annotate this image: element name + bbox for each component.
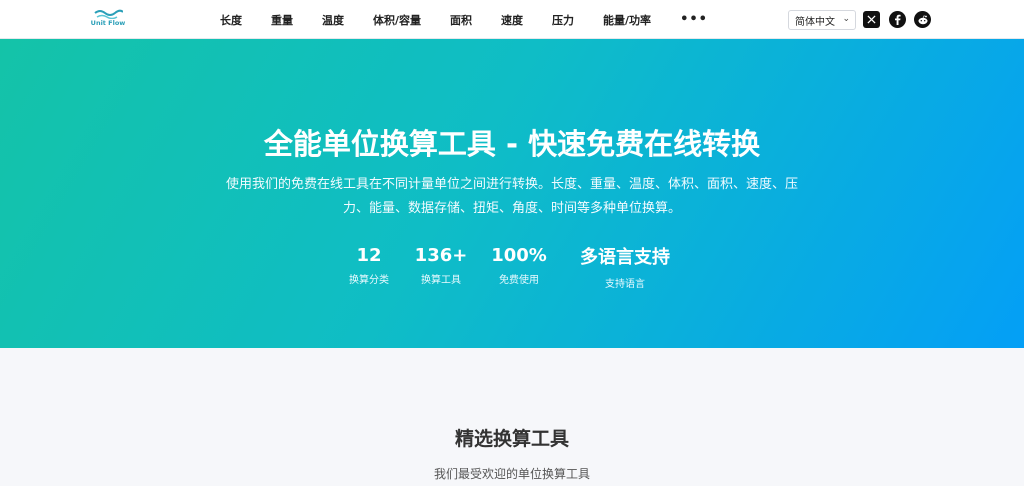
chevron-down-icon: ⌄ [842, 14, 850, 24]
nav-item-length[interactable]: 长度 [220, 12, 242, 28]
hero-banner: 全能单位换算工具 - 快速免费在线转换 使用我们的免费在线工具在不同计量单位之间… [0, 39, 1024, 348]
x-icon[interactable] [863, 11, 880, 28]
stat-label: 换算工具 [421, 275, 461, 286]
reddit-icon[interactable] [914, 11, 931, 28]
stat-tools: 136+ 换算工具 [412, 245, 470, 286]
stat-value: 100% [491, 245, 547, 266]
nav-item-weight[interactable]: 重量 [271, 12, 293, 28]
stat-label: 支持语言 [605, 279, 645, 290]
stat-label: 换算分类 [349, 275, 389, 286]
facebook-icon[interactable] [889, 11, 906, 28]
hero-description: 使用我们的免费在线工具在不同计量单位之间进行转换。长度、重量、温度、体积、面积、… [225, 177, 798, 216]
stat-free: 100% 免费使用 [488, 245, 550, 286]
nav-item-area[interactable]: 面积 [450, 12, 472, 28]
nav-item-speed[interactable]: 速度 [501, 12, 523, 28]
nav-item-pressure[interactable]: 压力 [552, 12, 574, 28]
stat-value: 12 [356, 245, 382, 266]
language-select[interactable]: 简体中文 ⌄ [788, 10, 856, 30]
nav-item-temperature[interactable]: 温度 [322, 12, 344, 28]
featured-subtitle: 我们最受欢迎的单位换算工具 [433, 467, 590, 481]
featured-title: 精选换算工具 [454, 428, 569, 450]
more-menu-icon[interactable]: ••• [680, 12, 708, 27]
stat-value: 多语言支持 [580, 247, 670, 268]
wave-logo-icon [94, 9, 123, 19]
logo-text: Unit Flow [90, 19, 126, 27]
stat-languages: 多语言支持 支持语言 [570, 247, 680, 290]
hero-title: 全能单位换算工具 - 快速免费在线转换 [263, 127, 761, 161]
stat-label: 免费使用 [499, 275, 539, 286]
language-value: 简体中文 [795, 16, 835, 28]
stat-categories: 12 换算分类 [340, 245, 398, 286]
nav-item-energy[interactable]: 能量/功率 [603, 12, 651, 28]
top-nav: Unit Flow 长度 重量 温度 体积/容量 面积 速度 压力 能量/功率 … [0, 0, 1024, 39]
logo[interactable]: Unit Flow [90, 9, 126, 33]
nav-item-volume[interactable]: 体积/容量 [373, 12, 421, 28]
stat-value: 136+ [414, 245, 468, 266]
main-menu: 长度 重量 温度 体积/容量 面积 速度 压力 能量/功率 ••• [220, 0, 708, 39]
